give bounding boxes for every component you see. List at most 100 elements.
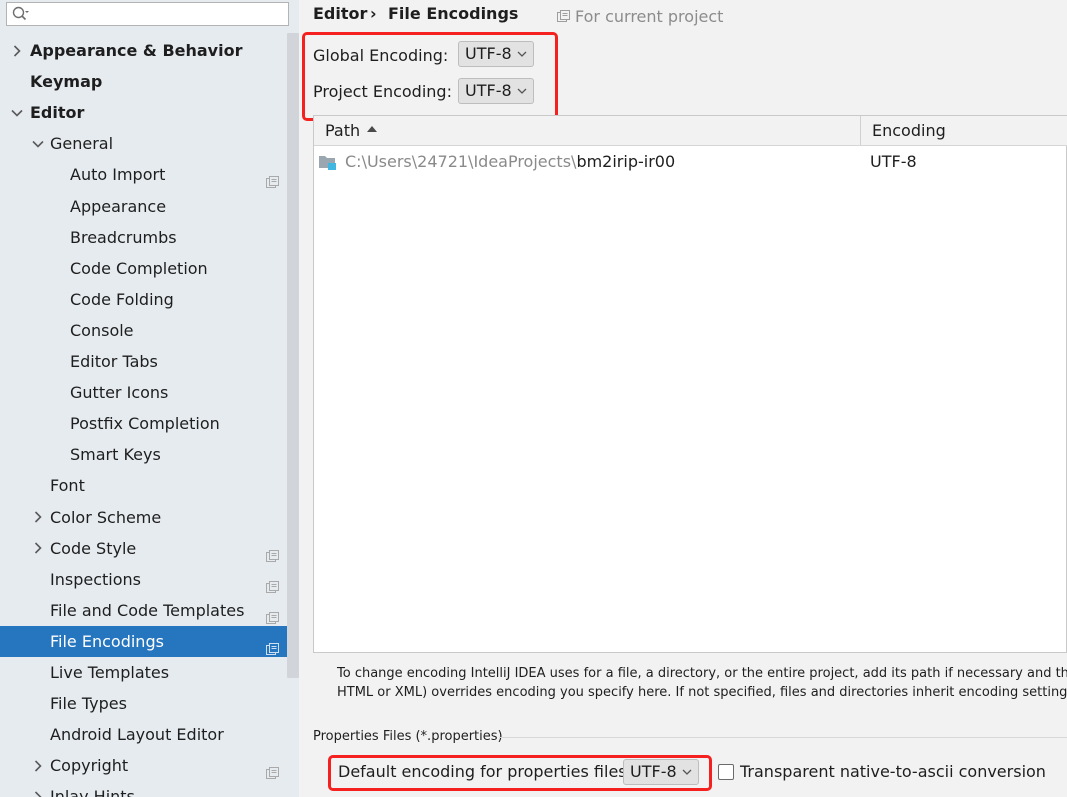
sidebar-item-android-layout-editor[interactable]: Android Layout Editor bbox=[0, 719, 299, 750]
sidebar-item-color-scheme[interactable]: Color Scheme bbox=[0, 502, 299, 533]
sort-ascending-icon bbox=[367, 126, 377, 132]
sidebar-item-smart-keys[interactable]: Smart Keys bbox=[0, 439, 299, 470]
global-encoding-select[interactable]: UTF-8 bbox=[458, 41, 534, 67]
properties-encoding-select[interactable]: UTF-8 bbox=[623, 759, 699, 785]
chevron-down-icon[interactable] bbox=[10, 97, 24, 128]
column-header-encoding[interactable]: Encoding bbox=[872, 116, 946, 145]
sidebar-item-code-completion[interactable]: Code Completion bbox=[0, 253, 299, 284]
settings-sidebar: Appearance & Behavior Keymap Editor General… bbox=[0, 0, 299, 797]
project-scope-icon bbox=[266, 635, 279, 655]
transparent-conversion-label[interactable]: Transparent native-to-ascii conversion bbox=[740, 762, 1046, 781]
project-encoding-select[interactable]: UTF-8 bbox=[458, 78, 534, 104]
row-path-name: bm2irip-ir00 bbox=[576, 152, 676, 171]
project-scope-icon bbox=[266, 573, 279, 593]
column-header-path[interactable]: Path bbox=[325, 116, 360, 145]
scope-note-text: For current project bbox=[575, 7, 724, 26]
breadcrumb-current: File Encodings bbox=[388, 4, 519, 23]
project-scope-icon bbox=[266, 542, 279, 562]
project-scope-icon bbox=[266, 759, 279, 780]
folder-icon bbox=[319, 156, 336, 170]
sidebar-item-label: Gutter Icons bbox=[70, 383, 169, 403]
chevron-right-icon[interactable] bbox=[31, 502, 45, 533]
properties-default-encoding-label: Default encoding for properties files: bbox=[338, 762, 633, 781]
project-scope-icon bbox=[266, 168, 279, 189]
sidebar-item-label: Code Folding bbox=[70, 289, 174, 309]
chevron-down-icon bbox=[682, 769, 692, 775]
row-encoding[interactable]: UTF-8 bbox=[870, 152, 917, 171]
sidebar-item-console[interactable]: Console bbox=[0, 315, 299, 346]
sidebar-item-file-encodings[interactable]: File Encodings bbox=[0, 625, 299, 657]
sidebar-item-label: Android Layout Editor bbox=[50, 725, 224, 745]
properties-section-title: Properties Files (*.properties) bbox=[313, 729, 503, 744]
properties-encoding-value: UTF-8 bbox=[630, 762, 677, 781]
sidebar-item-label: File Types bbox=[50, 694, 127, 714]
transparent-conversion-checkbox[interactable] bbox=[718, 764, 734, 780]
sidebar-item-breadcrumbs[interactable]: Breadcrumbs bbox=[0, 222, 299, 253]
sidebar-item-auto-import[interactable]: Auto Import bbox=[0, 159, 299, 190]
sidebar-item-file-types[interactable]: File Types bbox=[0, 688, 299, 719]
sidebar-item-inlay-hints[interactable]: Inlay Hints bbox=[0, 781, 299, 797]
sidebar-item-label: General bbox=[50, 134, 114, 154]
sidebar-item-label: Inspections bbox=[50, 569, 141, 589]
breadcrumb-parent[interactable]: Editor bbox=[313, 4, 367, 23]
sidebar-item-font[interactable]: Font bbox=[0, 470, 299, 501]
sidebar-item-label: Breadcrumbs bbox=[70, 227, 177, 247]
scope-note: For current project bbox=[557, 7, 723, 26]
sidebar-item-label: Smart Keys bbox=[70, 445, 161, 465]
chevron-right-icon[interactable] bbox=[31, 533, 45, 564]
row-path-prefix: C:\Users\24721\IdeaProjects\ bbox=[345, 152, 577, 171]
sidebar-item-label: Copyright bbox=[50, 756, 129, 776]
sidebar-item-label: Live Templates bbox=[50, 663, 170, 682]
sidebar-item-code-folding[interactable]: Code Folding bbox=[0, 284, 299, 315]
row-path: C:\Users\24721\IdeaProjects\bm2irip-ir00 bbox=[345, 152, 675, 171]
sidebar-item-postfix-completion[interactable]: Postfix Completion bbox=[0, 408, 299, 439]
sidebar-item-label: File Encodings bbox=[50, 631, 164, 651]
sidebar-item-label: Console bbox=[70, 320, 134, 340]
project-scope-icon bbox=[557, 10, 570, 22]
sidebar-item-label: Appearance bbox=[70, 196, 167, 216]
global-encoding-label: Global Encoding: bbox=[313, 46, 449, 65]
sidebar-item-label: Editor bbox=[30, 103, 85, 123]
sidebar-item-label: File and Code Templates bbox=[50, 600, 245, 620]
breadcrumb-separator: › bbox=[370, 4, 377, 23]
sidebar-item-appearance[interactable]: Appearance bbox=[0, 191, 299, 222]
path-encoding-table[interactable]: Path Encoding C:\Users\24721\IdeaProject… bbox=[313, 115, 1067, 653]
project-scope-icon bbox=[266, 790, 279, 797]
column-divider[interactable] bbox=[860, 116, 861, 145]
sidebar-scrollbar[interactable] bbox=[287, 33, 299, 678]
sidebar-item-label: Code Completion bbox=[70, 258, 208, 278]
chevron-right-icon[interactable] bbox=[31, 750, 45, 781]
sidebar-item-label: Auto Import bbox=[70, 165, 166, 185]
sidebar-item-appearance-and-behavior[interactable]: Appearance & Behavior bbox=[0, 35, 299, 66]
sidebar-item-code-style[interactable]: Code Style bbox=[0, 533, 299, 564]
sidebar-item-label: Appearance & Behavior bbox=[30, 41, 243, 60]
sidebar-item-file-and-code-templates[interactable]: File and Code Templates bbox=[0, 595, 299, 626]
sidebar-item-label: Code Style bbox=[50, 538, 137, 558]
sidebar-item-live-templates[interactable]: Live Templates bbox=[0, 657, 299, 688]
section-divider bbox=[499, 737, 1067, 738]
chevron-right-icon[interactable] bbox=[10, 35, 24, 66]
sidebar-item-label: Keymap bbox=[30, 72, 103, 92]
sidebar-item-editor[interactable]: Editor bbox=[0, 97, 299, 128]
hint-line: To change encoding IntelliJ IDEA uses fo… bbox=[337, 666, 1067, 681]
chevron-down-icon[interactable] bbox=[31, 128, 45, 159]
chevron-right-icon[interactable] bbox=[31, 781, 45, 797]
sidebar-item-label: Inlay Hints bbox=[50, 787, 135, 797]
hint-line: HTML or XML) overrides encoding you spec… bbox=[337, 685, 1067, 700]
chevron-down-icon bbox=[517, 51, 527, 57]
settings-search-input[interactable] bbox=[6, 2, 289, 26]
sidebar-item-label: Font bbox=[50, 476, 85, 496]
project-encoding-value: UTF-8 bbox=[465, 81, 512, 100]
sidebar-item-inspections[interactable]: Inspections bbox=[0, 564, 299, 595]
sidebar-item-editor-tabs[interactable]: Editor Tabs bbox=[0, 346, 299, 377]
sidebar-item-gutter-icons[interactable]: Gutter Icons bbox=[0, 377, 299, 408]
sidebar-item-copyright[interactable]: Copyright bbox=[0, 750, 299, 781]
search-icon bbox=[12, 6, 29, 21]
sidebar-item-general[interactable]: General bbox=[0, 128, 299, 159]
project-scope-icon bbox=[266, 604, 279, 624]
encoding-hint-text: To change encoding IntelliJ IDEA uses fo… bbox=[337, 664, 1067, 702]
sidebar-item-keymap[interactable]: Keymap bbox=[0, 66, 299, 97]
sidebar-item-label: Color Scheme bbox=[50, 507, 162, 527]
file-encodings-panel: Editor › File Encodings For current proj… bbox=[299, 0, 1067, 797]
chevron-down-icon bbox=[517, 88, 527, 94]
